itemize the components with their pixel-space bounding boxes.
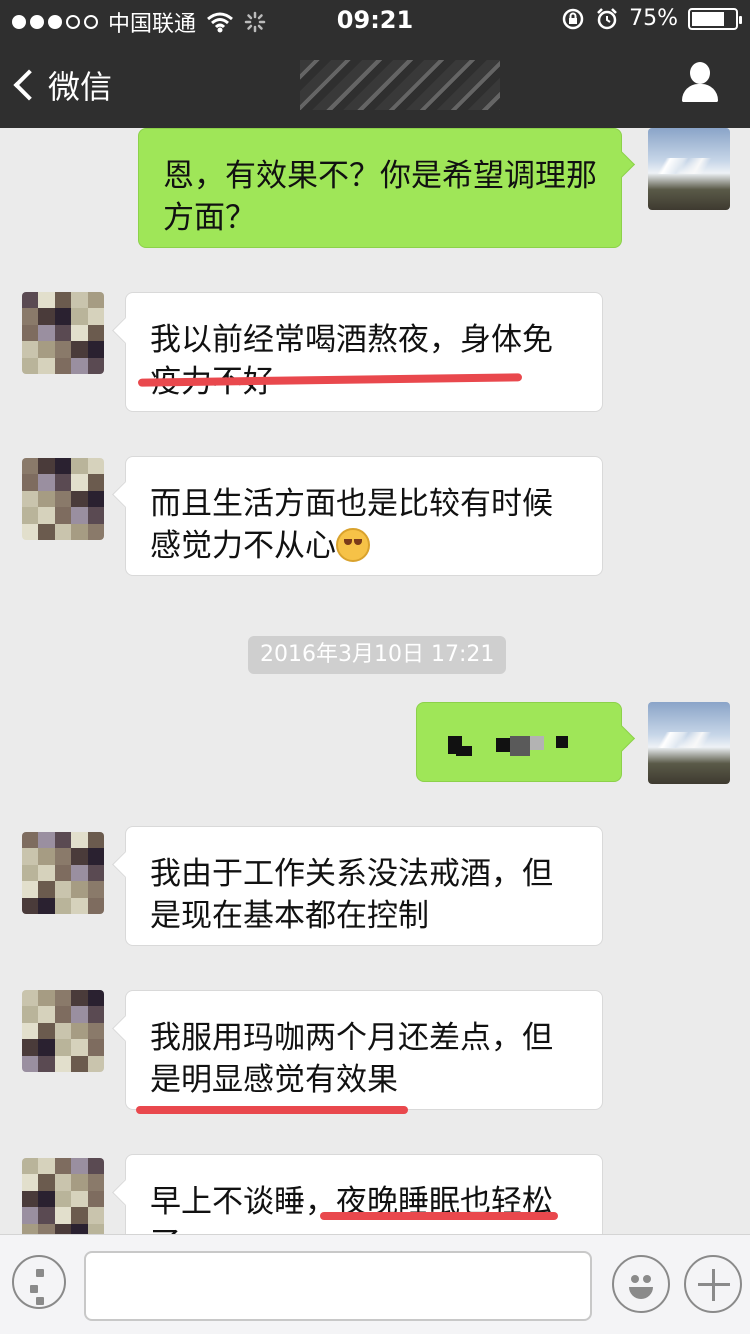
message-input[interactable] xyxy=(84,1251,592,1321)
dizzy-face-emoji-icon xyxy=(336,528,370,562)
voice-icon[interactable] xyxy=(12,1255,66,1309)
back-button[interactable]: 微信 xyxy=(13,62,113,108)
message-bubble-contact[interactable]: 而且生活方面也是比较有时候感觉力不从心 xyxy=(125,456,603,576)
battery-icon xyxy=(688,7,742,30)
nav-bar: 微信 xyxy=(0,40,750,128)
input-bar xyxy=(0,1234,750,1334)
emoji-icon[interactable] xyxy=(612,1255,670,1313)
chat-area[interactable]: 恩，有效果不？你是希望调理那方面？ 我以前经常喝酒熬夜，身体免疫力不好 而且生活… xyxy=(0,128,750,1234)
pixelated-block xyxy=(510,736,530,756)
status-bar: 中国联通 09:21 75% xyxy=(0,0,750,40)
rotation-lock-icon xyxy=(562,8,584,29)
avatar-contact[interactable] xyxy=(22,458,104,540)
message-text: 我由于工作关系没法戒酒，但是现在基本都在控制 xyxy=(150,856,553,934)
message-bubble-self[interactable]: 恩，有效果不？你是希望调理那方面？ xyxy=(138,128,622,248)
message-bubble-contact[interactable]: 我由于工作关系没法戒酒，但是现在基本都在控制 xyxy=(125,826,603,946)
plus-icon[interactable] xyxy=(684,1255,742,1313)
top-bar: 中国联通 09:21 75% 微信 xyxy=(0,0,750,128)
avatar-self[interactable] xyxy=(648,702,730,784)
message-text: 我服用玛咖两个月还差点，但是明显感觉有效果 xyxy=(150,1020,553,1098)
message-text: 我以前经常喝酒熬夜，身体免疫力不好 xyxy=(150,322,553,400)
avatar-contact[interactable] xyxy=(22,832,104,914)
avatar-contact[interactable] xyxy=(22,990,104,1072)
battery-percent: 75% xyxy=(629,6,678,31)
back-label: 微信 xyxy=(48,68,113,106)
message-timestamp: 2016年3月10日 17:21 xyxy=(248,636,507,674)
message-text: 恩，有效果不？你是希望调理那方面？ xyxy=(163,158,597,236)
message-bubble-contact[interactable]: 我以前经常喝酒熬夜，身体免疫力不好 xyxy=(125,292,603,412)
pixelated-block xyxy=(556,736,568,748)
message-bubble-contact[interactable]: 早上不谈睡，夜晚睡眠也轻松了 xyxy=(125,1154,603,1234)
pixelated-block xyxy=(496,738,510,752)
red-underline xyxy=(320,1212,558,1220)
red-underline xyxy=(136,1106,408,1114)
avatar-self[interactable] xyxy=(648,128,730,210)
pixelated-block xyxy=(456,746,472,756)
profile-icon[interactable] xyxy=(680,62,720,106)
chat-title-obscured xyxy=(300,60,500,110)
avatar-contact[interactable] xyxy=(22,1158,104,1234)
avatar-contact[interactable] xyxy=(22,292,104,374)
message-bubble-contact[interactable]: 我服用玛咖两个月还差点，但是明显感觉有效果 xyxy=(125,990,603,1110)
message-text: 早上不谈睡，夜晚睡眠也轻松了 xyxy=(150,1184,553,1234)
chevron-left-icon xyxy=(13,69,45,101)
status-right: 75% xyxy=(561,6,742,31)
alarm-icon xyxy=(597,7,617,29)
pixelated-block xyxy=(530,736,544,750)
